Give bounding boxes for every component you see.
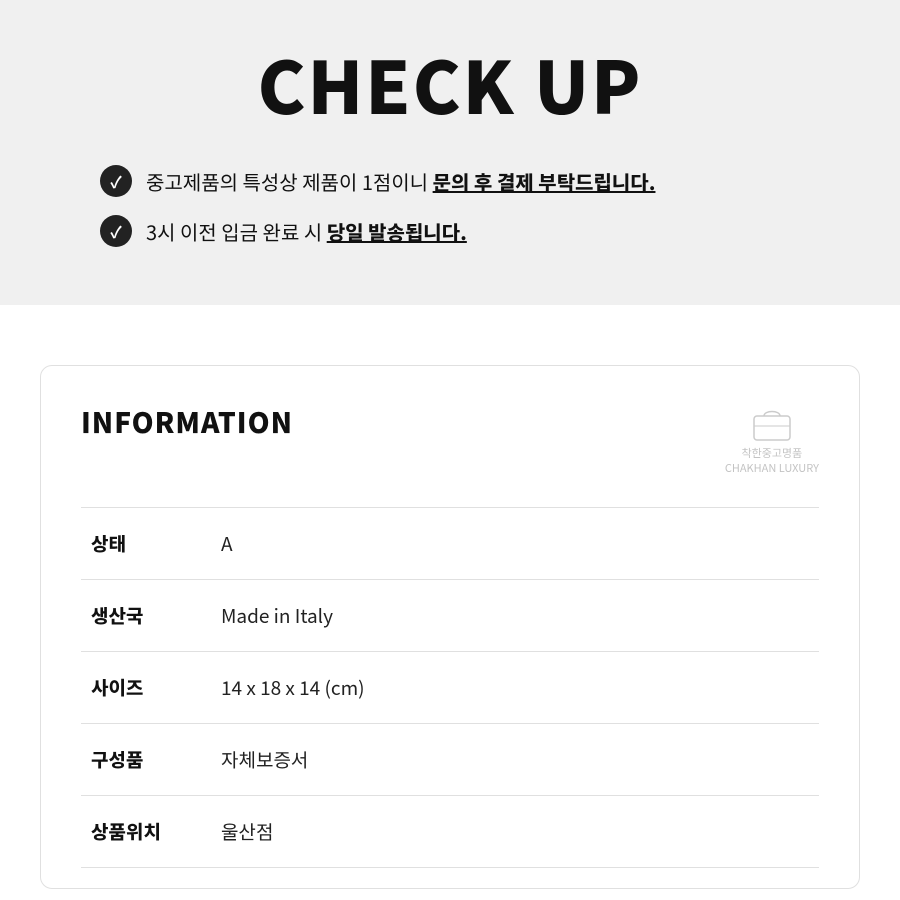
- checklist-item-1: 중고제품의 특성상 제품이 1점이니 문의 후 결제 부탁드립니다.: [100, 165, 800, 197]
- table-row: 상품위치울산점: [81, 795, 819, 867]
- table-row: 생산국Made in Italy: [81, 579, 819, 651]
- info-table: 상태A생산국Made in Italy사이즈14 x 18 x 14 (cm)구…: [81, 507, 819, 868]
- table-cell-label: 사이즈: [81, 651, 211, 723]
- table-row: 사이즈14 x 18 x 14 (cm): [81, 651, 819, 723]
- spacer: [0, 305, 900, 365]
- table-cell-value: 울산점: [211, 795, 819, 867]
- table-cell-label: 상태: [81, 507, 211, 579]
- info-title: INFORMATION: [81, 402, 293, 442]
- info-card-header: INFORMATION 착한중고명품 CHAKHAN LUXURY: [81, 402, 819, 477]
- table-cell-value: A: [211, 507, 819, 579]
- watermark-bag-icon: [748, 402, 796, 442]
- watermark-text-line2: CHAKHAN LUXURY: [725, 461, 819, 476]
- table-cell-label: 상품위치: [81, 795, 211, 867]
- info-card: INFORMATION 착한중고명품 CHAKHAN LUXURY 상태A생산국…: [40, 365, 860, 889]
- header-section: CHECK UP 중고제품의 특성상 제품이 1점이니 문의 후 결제 부탁드립…: [0, 0, 900, 305]
- checklist-item-2: 3시 이전 입금 완료 시 당일 발송됩니다.: [100, 215, 800, 247]
- table-row: 구성품자체보증서: [81, 723, 819, 795]
- checklist-text-2: 3시 이전 입금 완료 시 당일 발송됩니다.: [146, 217, 467, 246]
- table-cell-value: 자체보증서: [211, 723, 819, 795]
- watermark-text-line1: 착한중고명품: [742, 446, 803, 461]
- table-cell-label: 구성품: [81, 723, 211, 795]
- table-cell-value: Made in Italy: [211, 579, 819, 651]
- checklist: 중고제품의 특성상 제품이 1점이니 문의 후 결제 부탁드립니다. 3시 이전…: [100, 165, 800, 265]
- table-cell-value: 14 x 18 x 14 (cm): [211, 651, 819, 723]
- table-row: 상태A: [81, 507, 819, 579]
- table-cell-label: 생산국: [81, 579, 211, 651]
- watermark: 착한중고명품 CHAKHAN LUXURY: [725, 402, 819, 477]
- check-icon-1: [100, 165, 132, 197]
- check-icon-2: [100, 215, 132, 247]
- page-title: CHECK UP: [40, 30, 860, 135]
- checklist-text-1: 중고제품의 특성상 제품이 1점이니 문의 후 결제 부탁드립니다.: [146, 167, 655, 196]
